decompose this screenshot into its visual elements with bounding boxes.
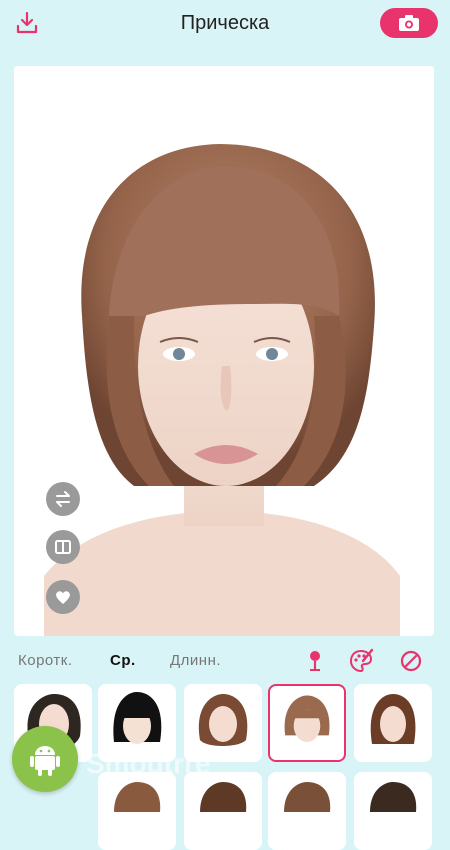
watermark-text: Smoutrre bbox=[86, 748, 211, 779]
tab-long[interactable]: Длинн. bbox=[170, 652, 221, 669]
heart-icon bbox=[56, 591, 70, 604]
hairstyle-thumb-6[interactable] bbox=[98, 772, 176, 850]
hairstyle-thumb-5[interactable] bbox=[354, 684, 432, 762]
swap-button[interactable] bbox=[46, 482, 80, 516]
palette-icon[interactable] bbox=[348, 648, 374, 674]
no-style-icon[interactable] bbox=[398, 648, 424, 674]
camera-icon bbox=[399, 15, 419, 31]
hairstyle-preview bbox=[14, 66, 434, 636]
hairstyle-thumb-4[interactable] bbox=[268, 684, 346, 762]
tab-medium[interactable]: Ср. bbox=[110, 652, 136, 669]
camera-button[interactable] bbox=[380, 8, 438, 38]
swap-icon bbox=[56, 491, 70, 507]
length-tabs: Коротк. Ср. Длинн. bbox=[0, 648, 450, 678]
hairstyle-thumb-9[interactable] bbox=[354, 772, 432, 850]
pin-icon[interactable] bbox=[302, 648, 328, 674]
favorite-button[interactable] bbox=[46, 580, 80, 614]
top-bar: Прическа bbox=[0, 0, 450, 46]
compare-icon bbox=[55, 540, 71, 554]
compare-button[interactable] bbox=[46, 530, 80, 564]
tab-short[interactable]: Коротк. bbox=[18, 652, 73, 669]
hairstyle-thumb-8[interactable] bbox=[268, 772, 346, 850]
hairstyle-thumb-7[interactable] bbox=[184, 772, 262, 850]
android-icon bbox=[12, 726, 78, 792]
